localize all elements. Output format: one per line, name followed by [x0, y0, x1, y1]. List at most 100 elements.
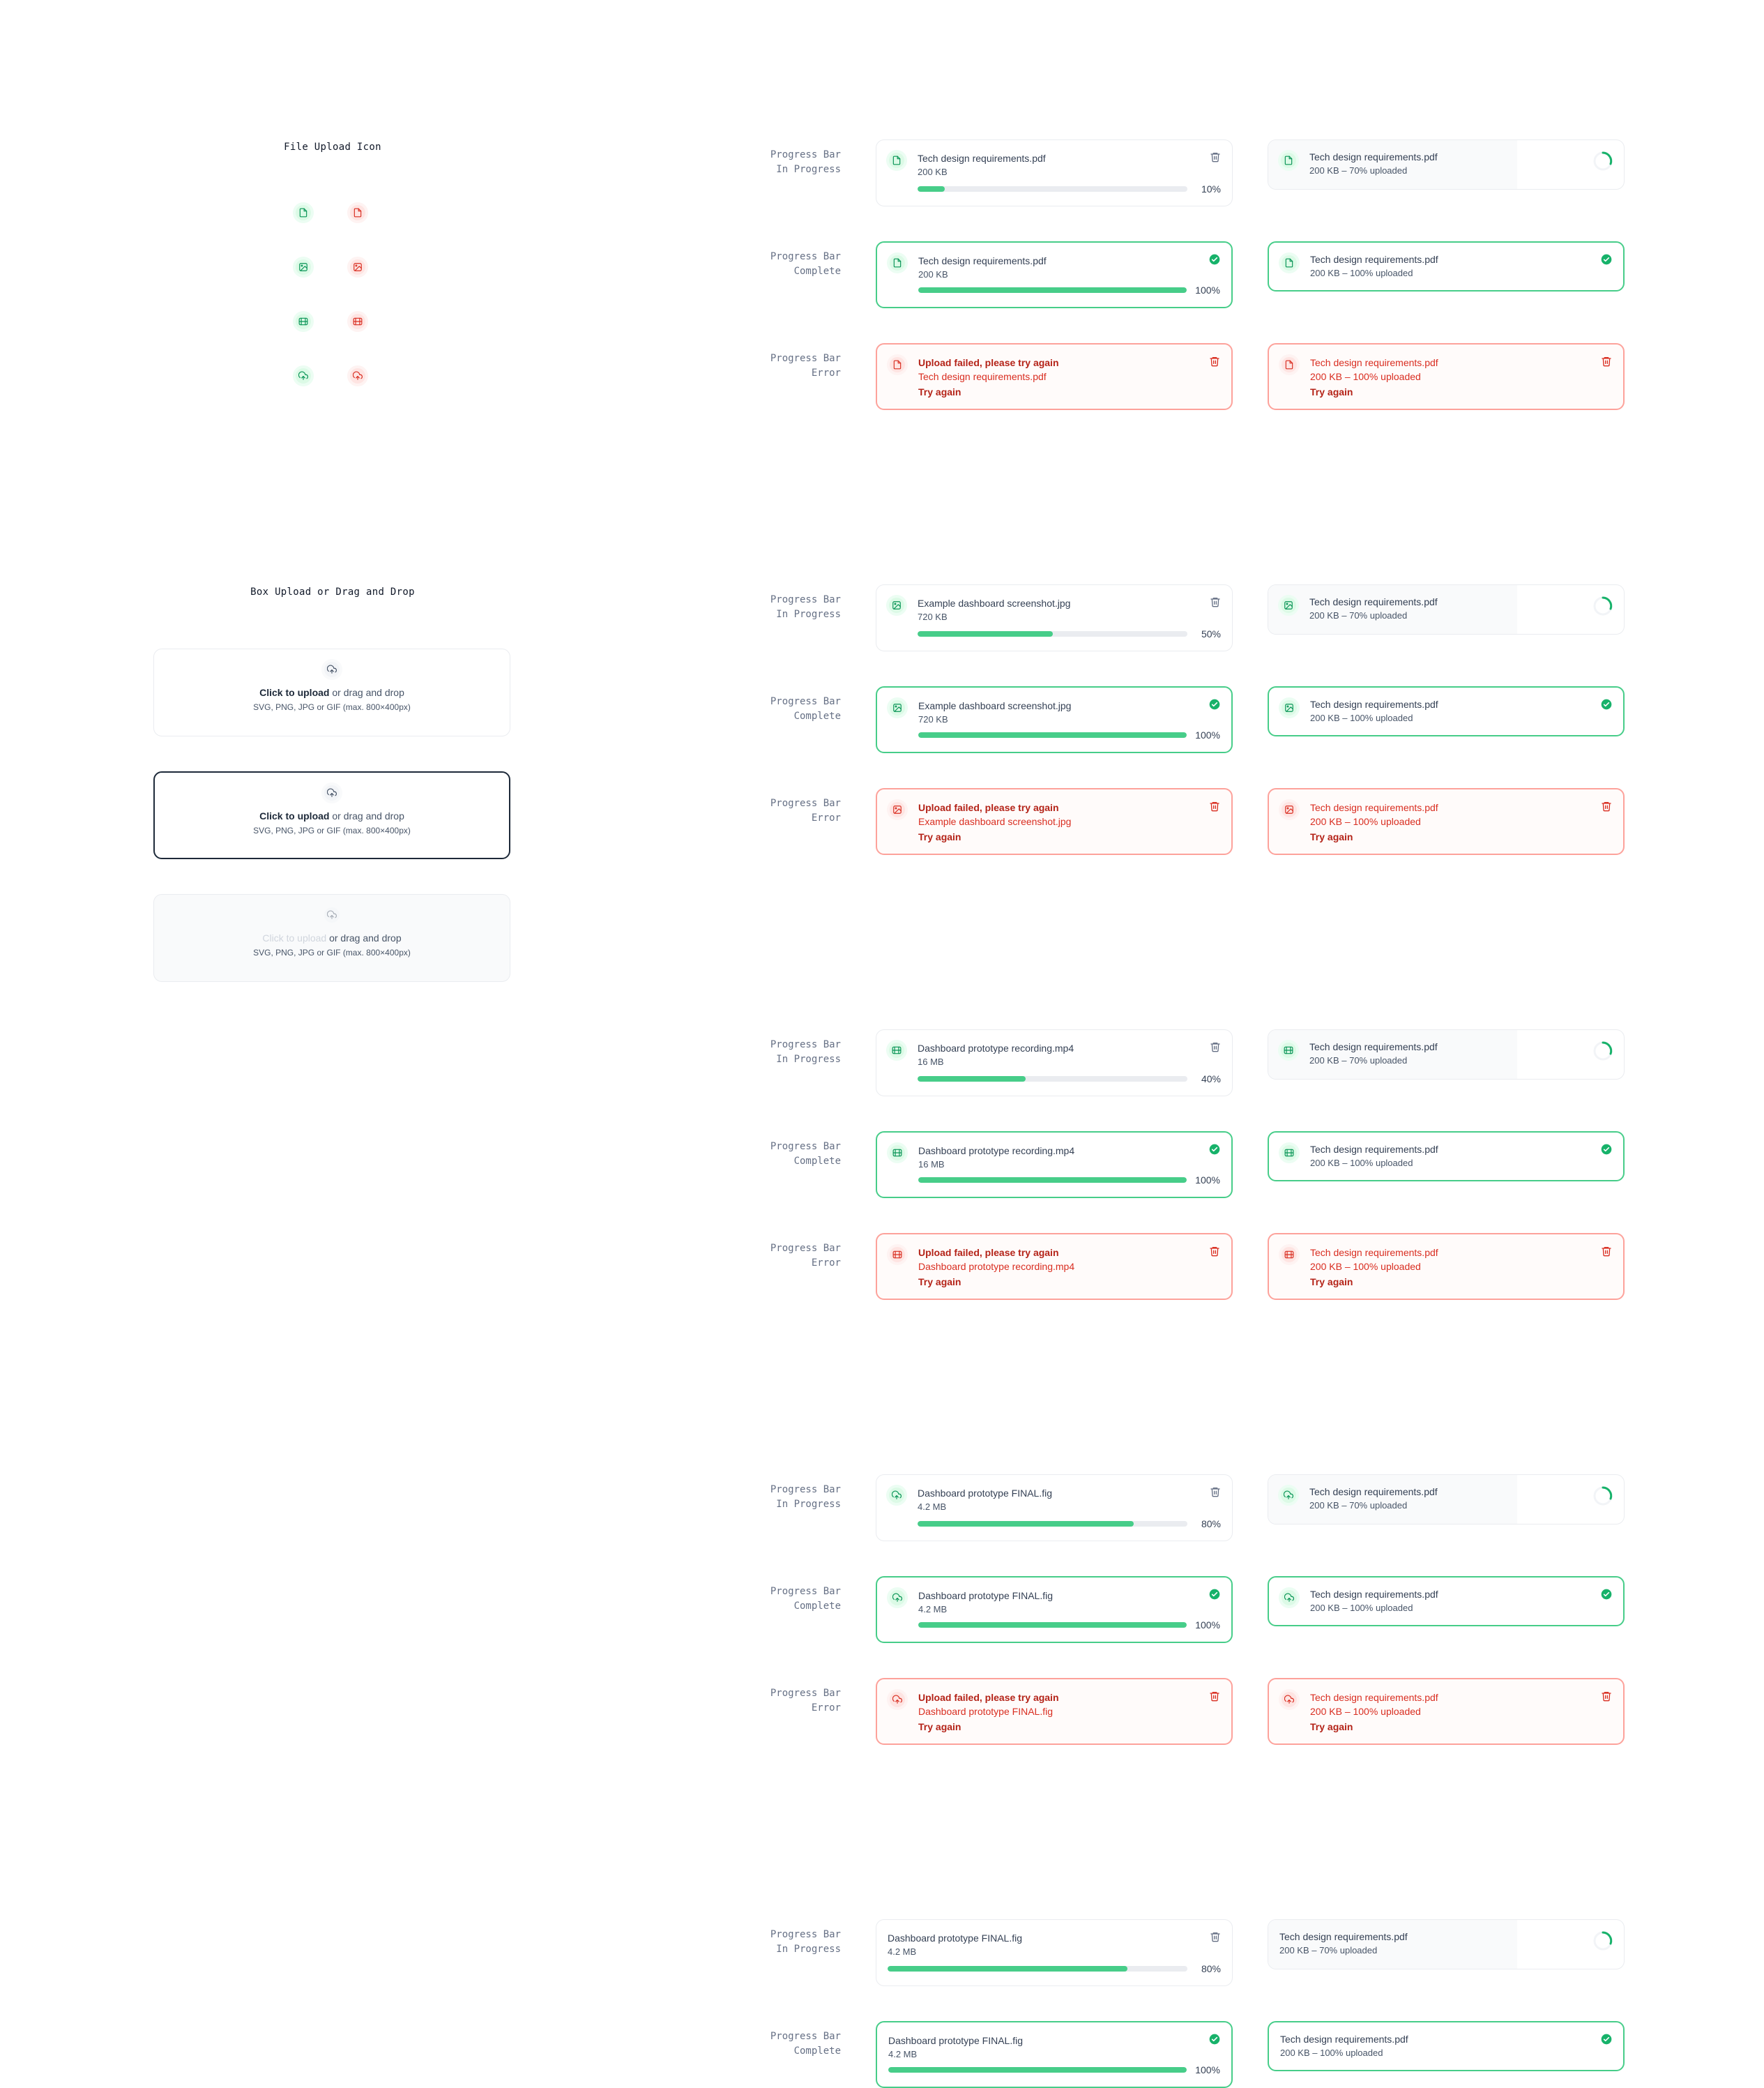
file-name: Dashboard prototype FINAL.fig: [888, 2035, 1023, 2046]
row-label-line: Progress Bar: [770, 251, 841, 262]
upload-card-complete: Dashboard prototype FINAL.fig 4.2 MB 100…: [876, 2021, 1233, 2088]
row-label-line: In Progress: [776, 1499, 841, 1510]
upload-card-compact-in-progress: Tech design requirements.pdf 200 KB – 70…: [1268, 1029, 1625, 1080]
file-name: Dashboard prototype recording.mp4: [918, 1043, 1074, 1054]
trash-icon[interactable]: [1208, 1040, 1222, 1054]
check-circle-icon: [1599, 697, 1613, 711]
trash-icon[interactable]: [1208, 150, 1222, 164]
try-again-button[interactable]: Try again: [1310, 831, 1588, 842]
try-again-button[interactable]: Try again: [918, 831, 1196, 842]
upload-meta: 200 KB – 100% uploaded: [1310, 1158, 1413, 1168]
try-again-button[interactable]: Try again: [1310, 1721, 1588, 1732]
upload-card-compact-complete: Tech design requirements.pdf 200 KB – 10…: [1268, 1131, 1625, 1181]
progress-bar: [888, 2067, 1187, 2073]
upload-card-complete: Example dashboard screenshot.jpg 720 KB …: [876, 686, 1233, 753]
row-label-in-progress: Progress Bar In Progress: [697, 148, 841, 177]
row-label-in-progress: Progress Bar In Progress: [697, 1928, 841, 1957]
try-again-button[interactable]: Try again: [1310, 386, 1588, 398]
file-info: Dashboard prototype FINAL.fig 4.2 MB: [918, 1589, 1196, 1617]
dropzone-default[interactable]: Click to upload or drag and drop SVG, PN…: [153, 649, 510, 736]
trash-icon[interactable]: [1208, 1485, 1222, 1499]
try-again-button[interactable]: Try again: [918, 386, 1196, 398]
trash-icon[interactable]: [1208, 1689, 1222, 1703]
row-label-line: Error: [811, 368, 841, 379]
image-icon: [1279, 799, 1300, 820]
upload-cloud-icon: [347, 365, 368, 386]
file-name: Dashboard prototype recording.mp4: [918, 1261, 1075, 1272]
trash-icon[interactable]: [1599, 799, 1613, 813]
try-again-button[interactable]: Try again: [918, 1276, 1196, 1287]
file-info: Upload failed, please try again Example …: [918, 801, 1196, 842]
upload-cloud-icon: [886, 1485, 907, 1506]
try-again-button[interactable]: Try again: [918, 1721, 1196, 1732]
file-info: Tech design requirements.pdf 200 KB – 70…: [1309, 1485, 1589, 1513]
file-info: Dashboard prototype FINAL.fig 4.2 MB: [918, 1486, 1197, 1514]
video-icon: [1278, 1040, 1299, 1061]
progress-percent: 100%: [1195, 1619, 1220, 1631]
file-size: 720 KB: [918, 714, 948, 725]
row-label-error: Progress Bar Error: [697, 351, 841, 381]
file-info: Tech design requirements.pdf 200 KB – 10…: [1310, 1587, 1588, 1615]
progress-bar-row: 100%: [918, 729, 1220, 741]
try-again-button[interactable]: Try again: [1310, 1276, 1588, 1287]
file-name: Tech design requirements.pdf: [918, 153, 1046, 164]
upload-meta: 200 KB – 100% uploaded: [1280, 2048, 1383, 2058]
check-circle-icon: [1208, 1142, 1222, 1156]
video-icon: [887, 1142, 908, 1163]
click-to-upload-link[interactable]: Click to upload: [259, 810, 329, 822]
trash-icon[interactable]: [1599, 354, 1613, 368]
file-name: Tech design requirements.pdf: [1310, 802, 1438, 813]
file-upload-icon-title: File Upload Icon: [284, 142, 381, 153]
file-info: Tech design requirements.pdf 200 KB – 10…: [1310, 1690, 1588, 1732]
trash-icon[interactable]: [1208, 1930, 1222, 1944]
check-circle-icon: [1208, 697, 1222, 711]
trash-icon[interactable]: [1599, 1244, 1613, 1258]
upload-card-in-progress: Tech design requirements.pdf 200 KB 10%: [876, 139, 1233, 206]
file-info: Example dashboard screenshot.jpg 720 KB: [918, 699, 1196, 727]
progress-percent: 50%: [1201, 628, 1221, 640]
upload-card-error: Upload failed, please try again Example …: [876, 788, 1233, 855]
upload-meta: 200 KB – 100% uploaded: [1310, 268, 1413, 278]
click-to-upload-link[interactable]: Click to upload: [259, 687, 329, 698]
upload-card-complete: Dashboard prototype FINAL.fig 4.2 MB 100…: [876, 1576, 1233, 1643]
upload-cloud-icon: [887, 1689, 908, 1710]
file-icon-grid: [293, 202, 368, 420]
file-size: 16 MB: [918, 1159, 945, 1170]
file-info: Dashboard prototype FINAL.fig 4.2 MB: [888, 2034, 1196, 2061]
image-icon: [1279, 697, 1300, 718]
trash-icon[interactable]: [1208, 1244, 1222, 1258]
upload-meta: 200 KB – 100% uploaded: [1310, 816, 1421, 827]
file-size: 4.2 MB: [918, 1604, 948, 1614]
trash-icon[interactable]: [1208, 799, 1222, 813]
file-icon: [347, 202, 368, 223]
row-label-line: Complete: [793, 1601, 841, 1612]
dropzone-focused[interactable]: Click to upload or drag and drop SVG, PN…: [153, 771, 510, 859]
progress-bar-row: 100%: [918, 1619, 1220, 1631]
progress-bar-row: 50%: [918, 628, 1221, 640]
trash-icon[interactable]: [1208, 595, 1222, 609]
row-label-line: Complete: [793, 1156, 841, 1167]
error-title: Upload failed, please try again: [918, 357, 1059, 368]
check-circle-icon: [1208, 1587, 1222, 1601]
file-info: Tech design requirements.pdf 200 KB – 10…: [1310, 1246, 1588, 1287]
dropzone-hint: SVG, PNG, JPG or GIF (max. 800×400px): [253, 826, 411, 835]
file-name: Example dashboard screenshot.jpg: [918, 598, 1071, 609]
trash-icon[interactable]: [1599, 1689, 1613, 1703]
trash-icon[interactable]: [1208, 354, 1222, 368]
error-title: Upload failed, please try again: [918, 802, 1059, 813]
file-info: Upload failed, please try again Dashboar…: [918, 1246, 1196, 1287]
progress-percent: 100%: [1195, 285, 1220, 296]
row-label-complete: Progress Bar Complete: [697, 695, 841, 724]
file-info: Example dashboard screenshot.jpg 720 KB: [918, 596, 1197, 624]
file-size: 4.2 MB: [888, 1946, 917, 1957]
upload-meta: 200 KB – 70% uploaded: [1309, 165, 1408, 176]
file-icon: [887, 354, 908, 375]
dropzone-hint: SVG, PNG, JPG or GIF (max. 800×400px): [253, 702, 411, 712]
icon-row: [293, 202, 368, 257]
file-info: Tech design requirements.pdf 200 KB – 70…: [1309, 150, 1589, 178]
row-label-complete: Progress Bar Complete: [697, 1584, 841, 1614]
file-size: 720 KB: [918, 612, 948, 622]
image-icon: [1278, 595, 1299, 616]
file-name: Dashboard prototype recording.mp4: [918, 1145, 1075, 1156]
progress-percent: 40%: [1201, 1073, 1221, 1084]
